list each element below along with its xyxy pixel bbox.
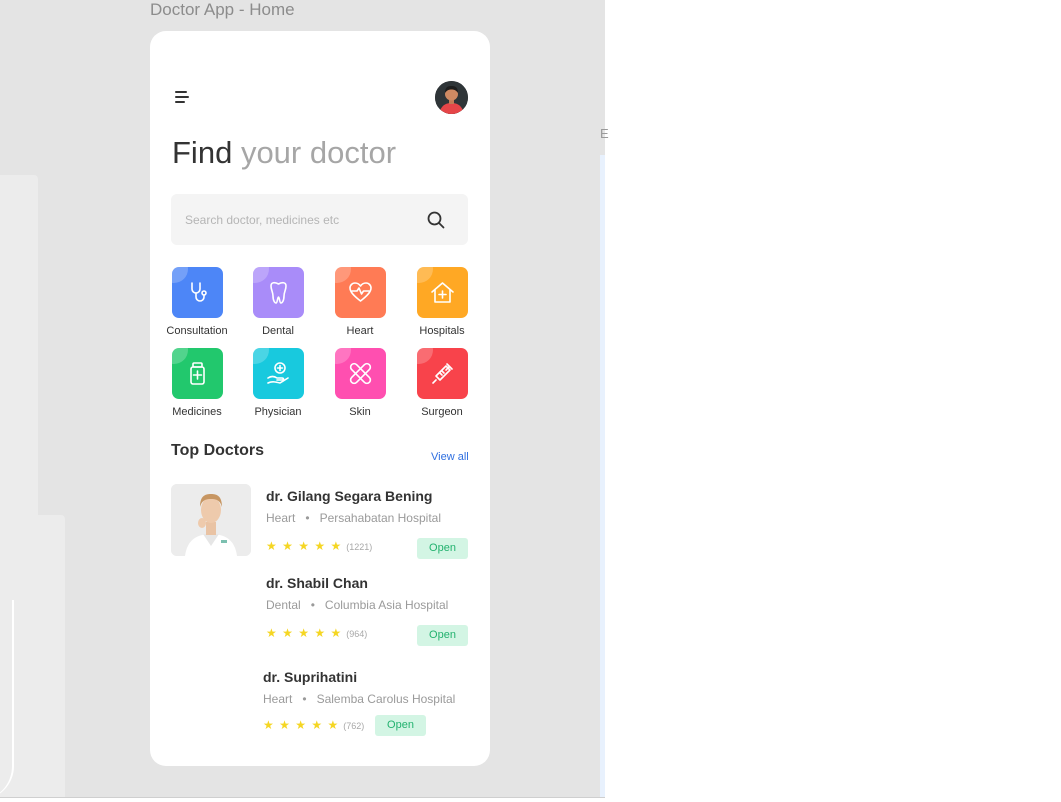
rating-stars: ★ ★ ★ ★ ★ (964) (266, 626, 367, 640)
page-title: Find your doctor (172, 135, 396, 171)
star-icon: ★ (327, 718, 340, 732)
category-tile (171, 267, 223, 318)
review-count: (1221) (346, 542, 373, 552)
doctor-photo[interactable] (171, 484, 251, 556)
medicine-bottle-icon (189, 362, 205, 385)
category-label: Dental (262, 325, 294, 337)
doctor-meta: Heart • Persahabatan Hospital (266, 511, 486, 525)
hand-care-icon (266, 362, 289, 384)
doctor-meta: Heart • Salemba Carolus Hospital (263, 692, 483, 706)
view-all-link[interactable]: View all (431, 451, 469, 463)
bandage-icon (349, 362, 371, 385)
background-frame-left-step (38, 515, 65, 802)
phone-screen: Find your doctor Consultation Dental (150, 31, 490, 766)
doctor-specialty: Heart (266, 511, 296, 525)
category-surgeon[interactable]: Surgeon (407, 348, 477, 418)
category-label: Consultation (166, 325, 228, 337)
adjacent-frame-strip (600, 155, 605, 802)
heart-pulse-icon (348, 282, 372, 302)
category-label: Heart (346, 325, 374, 337)
category-skin[interactable]: Skin (325, 348, 395, 418)
category-hospitals[interactable]: Hospitals (407, 267, 477, 337)
review-count: (762) (343, 721, 365, 731)
doctor-hospital: Columbia Asia Hospital (324, 598, 449, 612)
category-heart[interactable]: Heart (325, 267, 395, 337)
search-input[interactable] (185, 210, 415, 230)
rating-stars: ★ ★ ★ ★ ★ (762) (263, 718, 364, 732)
review-count: (964) (346, 629, 368, 639)
star-icon: ★ (266, 539, 278, 553)
adjacent-frame-glyph: E (600, 126, 609, 141)
doctor-name: dr. Gilang Segara Bening (266, 488, 433, 504)
section-title-top-doctors: Top Doctors (171, 442, 265, 459)
page-title-your-doctor: your doctor (240, 135, 397, 170)
dot-separator: • (295, 692, 314, 706)
star-icon: ★ (295, 718, 307, 732)
category-dental[interactable]: Dental (243, 267, 313, 337)
adjacent-frame (605, 0, 1061, 802)
tooth-icon (269, 281, 287, 304)
doctor-card[interactable]: dr. Shabil Chan Dental • Columbia Asia H… (266, 575, 486, 646)
background-curve (0, 600, 14, 800)
canvas-bottom-scrollbar[interactable] (0, 797, 605, 802)
dot-separator: • (298, 511, 317, 525)
category-consultation[interactable]: Consultation (162, 267, 232, 337)
dot-separator: • (304, 598, 322, 612)
syringe-icon (431, 363, 453, 384)
category-physician[interactable]: Physician (243, 348, 313, 418)
open-status-badge[interactable]: Open (417, 625, 468, 646)
canvas-frame-title: Doctor App - Home (150, 0, 295, 19)
category-label: Medicines (172, 406, 222, 418)
doctor-specialty: Heart (263, 692, 293, 706)
category-label: Hospitals (419, 325, 465, 337)
search-icon[interactable] (426, 210, 446, 230)
doctor-specialty: Dental (266, 598, 301, 612)
category-label: Surgeon (421, 406, 463, 418)
search-bar (171, 194, 468, 245)
hospital-icon (430, 282, 454, 303)
user-avatar[interactable] (435, 81, 468, 114)
page-title-find: Find (172, 135, 233, 170)
category-label: Skin (349, 406, 371, 418)
star-icon: ★ (311, 718, 324, 732)
star-icon: ★ (330, 626, 343, 640)
doctor-hospital: Persahabatan Hospital (319, 511, 441, 525)
hamburger-menu-icon[interactable] (175, 90, 191, 105)
doctor-meta: Dental • Columbia Asia Hospital (266, 598, 486, 612)
star-icon: ★ (282, 626, 294, 640)
category-medicines[interactable]: Medicines (162, 348, 232, 418)
doctor-hospital: Salemba Carolus Hospital (316, 692, 456, 706)
open-status-badge[interactable]: Open (375, 715, 426, 736)
star-icon: ★ (279, 718, 291, 732)
category-label: Physician (254, 406, 302, 418)
star-icon: ★ (282, 539, 294, 553)
doctor-card[interactable]: dr. Gilang Segara Bening Heart • Persaha… (266, 488, 486, 559)
open-status-badge[interactable]: Open (417, 538, 468, 559)
star-icon: ★ (298, 626, 310, 640)
star-icon: ★ (330, 539, 343, 553)
doctor-name: dr. Suprihatini (263, 669, 358, 685)
star-icon: ★ (298, 539, 310, 553)
doctor-card[interactable]: dr. Suprihatini Heart • Salemba Carolus … (263, 669, 483, 736)
doctor-name: dr. Shabil Chan (266, 575, 368, 591)
star-icon: ★ (263, 718, 275, 732)
star-icon: ★ (314, 626, 327, 640)
stethoscope-icon (190, 282, 207, 302)
star-icon: ★ (266, 626, 278, 640)
rating-stars: ★ ★ ★ ★ ★ (1221) (266, 539, 372, 553)
star-icon: ★ (314, 539, 327, 553)
